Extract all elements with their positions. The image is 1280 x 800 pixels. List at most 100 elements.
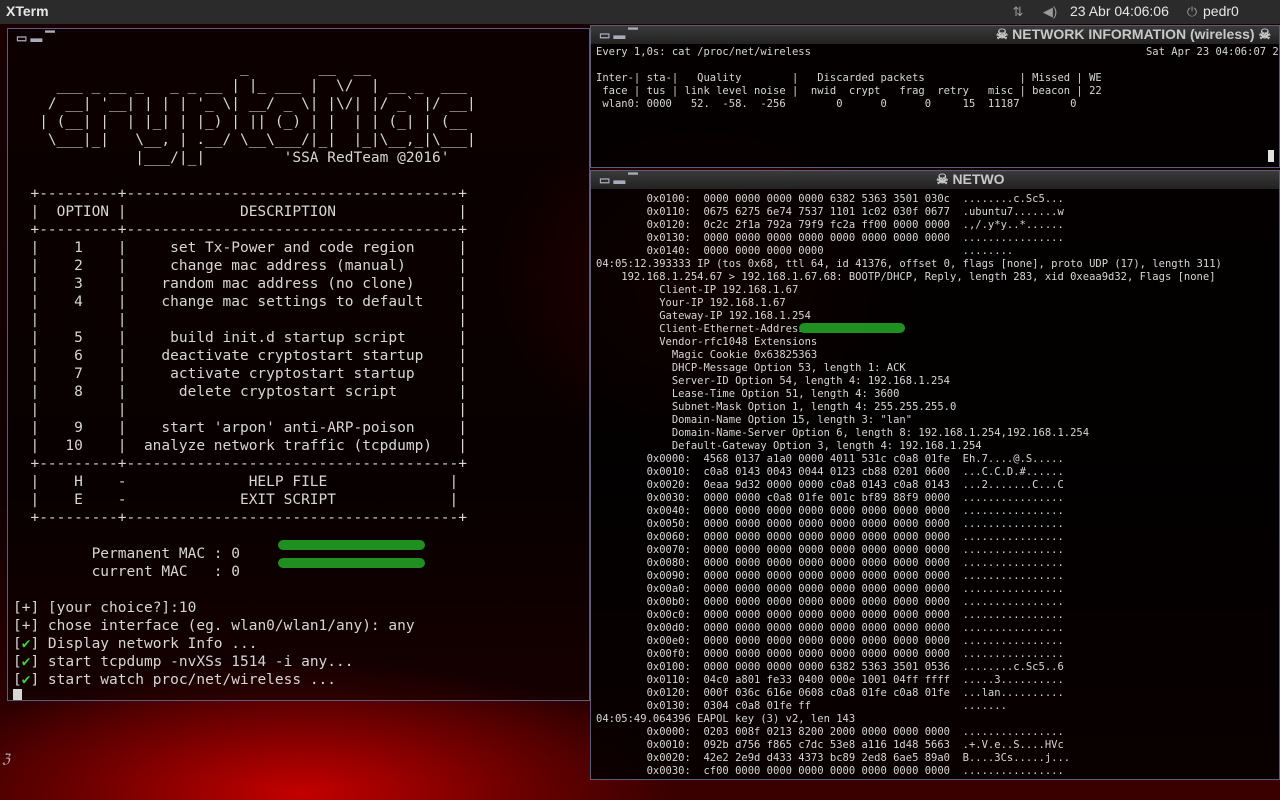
menu-option-1: | 1 | set Tx-Power and code region | xyxy=(13,240,467,256)
window-menu-icon[interactable]: ▭ xyxy=(599,173,613,187)
tcpdump-line: 0x0040: 0000 0000 0000 0000 0000 0000 00… xyxy=(596,505,1064,517)
minimize-icon[interactable]: ▬ xyxy=(613,173,628,187)
check-mark-icon: [✔] xyxy=(13,672,40,688)
xterm-cryptomac-window[interactable]: ▭▬▔ _ __ __ ___ _ __ _ _ _ __ | |_ ___ |… xyxy=(7,28,590,701)
menu-option-10: | 10 | analyze network traffic (tcpdump)… xyxy=(13,438,467,454)
wireless-stats-line: wlan0: 0000 52. -58. -256 0 0 0 15 11187… xyxy=(596,98,1077,110)
maximize-icon[interactable]: ▔ xyxy=(45,31,57,45)
minimize-icon[interactable]: ▬ xyxy=(613,28,628,42)
tcpdump-line: 0x0020: 42e2 2e9d d433 4373 bc89 2ed8 6a… xyxy=(596,752,1071,764)
tcpdump-line: Vendor-rfc1048 Extensions xyxy=(596,336,818,348)
tcpdump-line: 0x0070: 0000 0000 0000 0000 0000 0000 00… xyxy=(596,544,1064,556)
clock[interactable]: 23 Abr 04:06:06 xyxy=(1070,3,1169,19)
tcpdump-line: 0x00e0: 0000 0000 0000 0000 0000 0000 00… xyxy=(596,635,1064,647)
plus-prefix: [+] xyxy=(13,618,40,634)
tcpdump-line: 0x0080: 0000 0000 0000 0000 0000 0000 00… xyxy=(596,557,1064,569)
check-mark-icon: [✔] xyxy=(13,636,40,652)
menu-option-h: | H - HELP FILE | xyxy=(13,474,459,490)
tcpdump-line: 04:05:12.393333 IP (tos 0x68, ttl 64, id… xyxy=(596,258,1222,270)
tcpdump-line: 0x00c0: 0000 0000 0000 0000 0000 0000 00… xyxy=(596,609,1064,621)
active-app-title: XTerm xyxy=(6,3,49,19)
window-controls[interactable]: ▭▬▔ xyxy=(16,31,58,45)
tcpdump-line: 0x0010: c0a8 0143 0043 0044 0123 cb88 02… xyxy=(596,466,1064,478)
network-information-wireless-window[interactable]: ▭▬▔ ☠ NETWORK INFORMATION (wireless) ☠ E… xyxy=(590,25,1280,168)
minimize-icon[interactable]: ▬ xyxy=(30,31,45,45)
tcpdump-line: Magic Cookie 0x63825363 xyxy=(596,349,818,361)
window-controls[interactable]: ▭▬▔ xyxy=(599,28,641,42)
menu-table-border: +---------+-----------------------------… xyxy=(13,456,467,472)
menu-table-border: +---------+-----------------------------… xyxy=(13,510,467,526)
menu-option-7: | 7 | activate cryptostart startup | xyxy=(13,366,467,382)
tcpdump-line: 0x0110: 04c0 a801 fe33 0400 000e 1001 04… xyxy=(596,674,1064,686)
tcpdump-line: Client-IP 192.168.1.67 xyxy=(596,284,799,296)
window-menu-icon[interactable]: ▭ xyxy=(16,31,30,45)
tcpdump-line: 0x0030: cf00 0000 0000 0000 0000 0000 00… xyxy=(596,765,1064,777)
menu-option-8: | 8 | delete cryptostart script | xyxy=(13,384,467,400)
tcpdump-line: DHCP-Message Option 53, length 1: ACK xyxy=(596,362,906,374)
tcpdump-line: 0x0110: 0675 6275 6e74 7537 1101 1c02 03… xyxy=(596,206,1064,218)
wallpaper-signature-logo: ℨ xyxy=(2,752,11,767)
tcpdump-line: 0x00b0: 0000 0000 0000 0000 0000 0000 00… xyxy=(596,596,1064,608)
tcpdump-line: 0x0020: 0eaa 9d32 0000 0000 c0a8 0143 c0… xyxy=(596,479,1064,491)
window-controls[interactable]: ▭▬▔ xyxy=(599,173,641,187)
tcpdump-line: Gateway-IP 192.168.1.254 xyxy=(596,310,811,322)
network-icon[interactable]: ⇅ xyxy=(1010,4,1026,20)
watch-header: Every 1,0s: cat /proc/net/wireless Sat A… xyxy=(596,46,1280,58)
menu-table-spacer: | | | xyxy=(13,402,467,418)
wireless-stats-line: face | tus | link level noise | nwid cry… xyxy=(596,85,1102,97)
tcpdump-line: Domain-Name Option 15, length 3: "lan" xyxy=(596,414,913,426)
tcpdump-line: 192.168.1.254.67 > 192.168.1.67.68: BOOT… xyxy=(596,271,1216,283)
terminal-cursor xyxy=(13,689,22,700)
tcpdump-line: 0x0060: 0000 0000 0000 0000 0000 0000 00… xyxy=(596,531,1064,543)
network-tcpdump-window[interactable]: ▭▬▔ ☠ NETWO 0x0100: 0000 0000 0000 0000 … xyxy=(590,170,1280,780)
redacted-current-mac xyxy=(278,558,425,568)
ascii-banner-line: _ __ __ xyxy=(13,60,371,76)
menu-option-e: | E - EXIT SCRIPT | xyxy=(13,492,459,508)
menu-table-border: +---------+-----------------------------… xyxy=(13,186,467,202)
tcpdump-line: 0x0000: 0203 008f 0213 8200 2000 0000 00… xyxy=(596,726,1064,738)
window-title: ☠ NETWO xyxy=(936,171,1005,187)
tcpdump-line: 0x0130: 0000 0000 0000 0000 0000 0000 00… xyxy=(596,232,1064,244)
user-menu[interactable]: pedr0 xyxy=(1203,3,1239,19)
current-mac-line: current MAC : 0 xyxy=(13,564,240,580)
tcpdump-line: 0x00d0: 0000 0000 0000 0000 0000 0000 00… xyxy=(596,622,1064,634)
menu-option-2: | 2 | change mac address (manual) | xyxy=(13,258,467,274)
cryptomac-terminal-output[interactable]: _ __ __ ___ _ __ _ _ _ __ | |_ ___ | \/ … xyxy=(13,59,476,700)
tcpdump-line: 0x0050: 0000 0000 0000 0000 0000 0000 00… xyxy=(596,518,1064,530)
tcpdump-line: 0x00f0: 0000 0000 0000 0000 0000 0000 00… xyxy=(596,648,1064,660)
menu-option-4: | 4 | change mac settings to default | xyxy=(13,294,467,310)
tcpdump-output[interactable]: 0x0100: 0000 0000 0000 0000 6382 5363 35… xyxy=(596,193,1222,778)
menu-option-6: | 6 | deactivate cryptostart startup | xyxy=(13,348,467,364)
menu-option-9: | 9 | start 'arpon' anti-ARP-poison | xyxy=(13,420,467,436)
menu-table-border: +---------+-----------------------------… xyxy=(13,222,467,238)
tcpdump-line: Subnet-Mask Option 1, length 4: 255.255.… xyxy=(596,401,957,413)
tcpdump-line: 0x0010: 092b d756 f865 c7dc 53e8 a116 1d… xyxy=(596,739,1064,751)
menu-option-3: | 3 | random mac address (no clone) | xyxy=(13,276,467,292)
ascii-banner-line: |___/|_| 'SSA RedTeam @2016' xyxy=(13,150,450,166)
prompt-line: [+] [your choice?]:10 xyxy=(13,600,197,616)
tcpdump-line: 0x0090: 0000 0000 0000 0000 0000 0000 00… xyxy=(596,570,1064,582)
window-titlebar[interactable]: ▭▬▔ ☠ NETWO xyxy=(591,171,1279,189)
maximize-icon[interactable]: ▔ xyxy=(628,28,640,42)
plus-prefix: [+] xyxy=(13,600,40,616)
ascii-banner-line: ___ _ __ _ _ _ __ | |_ ___ | \/ | __ _ _… xyxy=(13,78,467,94)
top-panel: XTerm ⇅ ◀) 23 Abr 04:06:06 ⏻ pedr0 xyxy=(0,0,1280,24)
volume-icon[interactable]: ◀) xyxy=(1042,4,1058,20)
tcpdump-line: Your-IP 192.168.1.67 xyxy=(596,297,786,309)
permanent-mac-line: Permanent MAC : 0 xyxy=(13,546,240,562)
ascii-banner-line: | (__| | | |_| | |_) | || (_) | | | | (_… xyxy=(13,114,467,130)
window-titlebar[interactable]: ▭▬▔ ☠ NETWORK INFORMATION (wireless) ☠ xyxy=(591,26,1279,44)
tcpdump-line: 0x0100: 0000 0000 0000 0000 6382 5363 35… xyxy=(596,193,1064,205)
wireless-watch-output[interactable]: Every 1,0s: cat /proc/net/wireless Sat A… xyxy=(596,46,1280,111)
window-menu-icon[interactable]: ▭ xyxy=(599,28,613,42)
maximize-icon[interactable]: ▔ xyxy=(628,173,640,187)
tcpdump-line: 0x0120: 000f 036c 616e 0608 c0a8 01fe c0… xyxy=(596,687,1064,699)
tcpdump-line: Lease-Time Option 51, length 4: 3600 xyxy=(596,388,900,400)
window-title: ☠ NETWORK INFORMATION (wireless) ☠ xyxy=(995,26,1271,42)
menu-table-header: | OPTION | DESCRIPTION | xyxy=(13,204,467,220)
tcpdump-line: Server-ID Option 54, length 4: 192.168.1… xyxy=(596,375,951,387)
ascii-banner-line: \___|_| \__, | .__/ \__\___/|_| |_|\__,_… xyxy=(13,132,476,148)
tcpdump-line: Domain-Name-Server Option 6, length 8: 1… xyxy=(596,427,1090,439)
window-titlebar[interactable]: ▭▬▔ xyxy=(8,29,589,47)
terminal-cursor xyxy=(1268,150,1274,162)
